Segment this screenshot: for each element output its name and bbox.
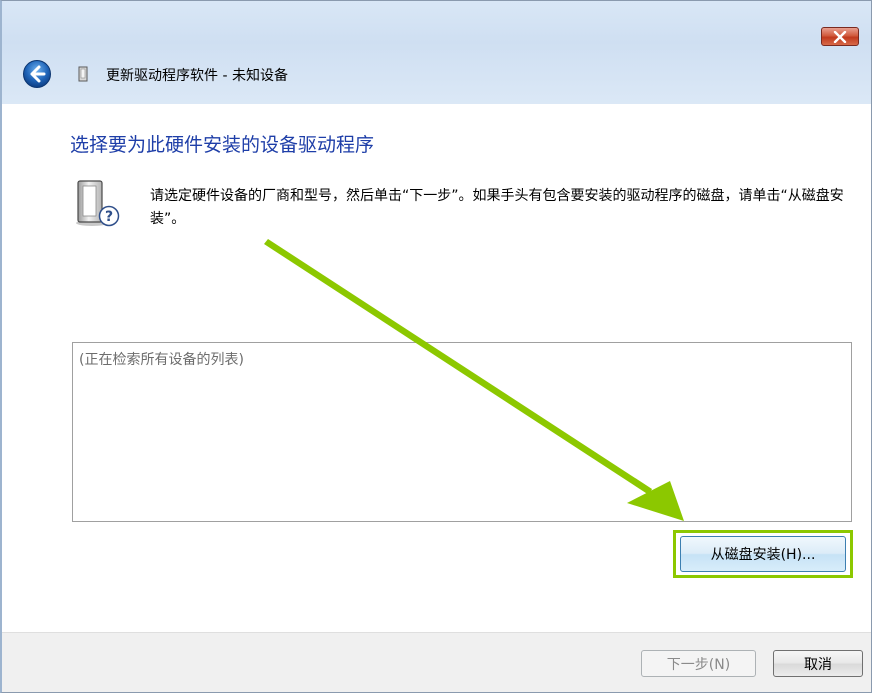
next-button[interactable]: 下一步(N): [641, 650, 756, 677]
dialog-content: 选择要为此硬件安装的设备驱动程序 ? 请选定硬件设备的厂商和型号，然后单击“下一…: [2, 104, 871, 632]
have-disk-button[interactable]: 从磁盘安装(H)...: [680, 536, 846, 572]
svg-text:?: ?: [105, 209, 113, 225]
device-icon: [78, 66, 88, 82]
dialog-footer: 下一步(N) 取消: [2, 632, 871, 692]
back-button[interactable]: [22, 59, 52, 89]
device-list[interactable]: (正在检索所有设备的列表): [72, 342, 852, 522]
instruction-text: 请选定硬件设备的厂商和型号，然后单击“下一步”。如果手头有包含要安装的驱动程序的…: [150, 188, 844, 227]
dialog-window: 更新驱动程序软件 - 未知设备 选择要为此硬件安装的设备驱动程序 ? 请选定硬件…: [0, 0, 872, 693]
device-question-icon: ?: [76, 180, 120, 227]
close-button[interactable]: [821, 27, 859, 46]
window-title: 更新驱动程序软件 - 未知设备: [106, 68, 288, 84]
title-bar: 更新驱动程序软件 - 未知设备: [2, 1, 871, 104]
cancel-button[interactable]: 取消: [773, 650, 863, 677]
back-arrow-icon: [23, 60, 51, 88]
close-icon: [833, 30, 847, 43]
page-heading: 选择要为此硬件安装的设备驱动程序: [70, 134, 375, 156]
device-list-placeholder: (正在检索所有设备的列表): [79, 352, 244, 368]
